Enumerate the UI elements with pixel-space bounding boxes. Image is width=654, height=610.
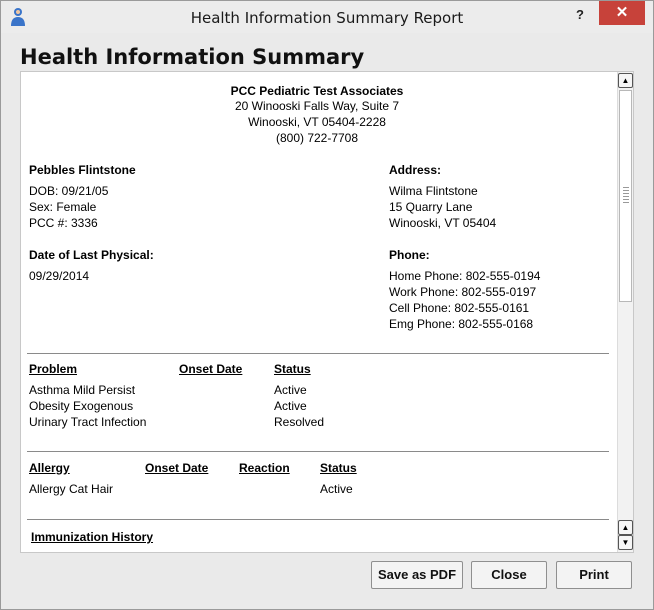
problem-row-1-status: Active <box>274 383 307 397</box>
immunization-header: Immunization History <box>31 530 154 544</box>
address-line-2: 15 Quarry Lane <box>389 200 473 214</box>
allergy-status-header: Status <box>320 461 357 475</box>
emergency-phone: Emg Phone: 802-555-0168 <box>389 317 534 331</box>
scroll-up-button-bottom[interactable]: ▲ <box>618 520 633 535</box>
problem-row-2-status: Active <box>274 399 307 413</box>
vertical-scrollbar[interactable]: ▲ ▲ ▼ <box>617 72 633 552</box>
practice-address-1: 20 Winooski Falls Way, Suite 7 <box>234 99 400 113</box>
scroll-down-button[interactable]: ▼ <box>618 535 633 550</box>
address-label: Address: <box>389 163 442 177</box>
report-window: Health Information Summary Report ? ✕ He… <box>0 0 654 610</box>
last-physical-date: 09/29/2014 <box>29 269 90 283</box>
window-title: Health Information Summary Report <box>190 9 464 27</box>
help-button[interactable]: ? <box>567 3 593 27</box>
print-button[interactable]: Print <box>556 561 632 589</box>
practice-phone: (800) 722-7708 <box>275 131 359 145</box>
problem-onset-header: Onset Date <box>179 362 243 376</box>
phone-label: Phone: <box>389 248 430 262</box>
patient-pcc-number: PCC #: 3336 <box>29 216 98 230</box>
problem-row-2-name: Obesity Exogenous <box>29 399 134 413</box>
problem-header: Problem <box>29 362 78 376</box>
grip-icon <box>623 187 629 203</box>
close-button[interactable]: Close <box>471 561 547 589</box>
allergy-header: Allergy <box>29 461 70 475</box>
title-bar[interactable]: Health Information Summary Report ? ✕ <box>1 1 653 33</box>
patient-dob: DOB: 09/21/05 <box>29 184 109 198</box>
home-phone: Home Phone: 802-555-0194 <box>389 269 541 283</box>
problem-row-3-name: Urinary Tract Infection <box>29 415 147 429</box>
save-as-pdf-button[interactable]: Save as PDF <box>371 561 463 589</box>
allergy-onset-header: Onset Date <box>145 461 209 475</box>
cell-phone: Cell Phone: 802-555-0161 <box>389 301 530 315</box>
scroll-thumb[interactable] <box>619 90 632 302</box>
last-physical-label: Date of Last Physical: <box>29 248 154 262</box>
report-panel: PCC Pediatric Test Associates 20 Winoosk… <box>20 71 634 553</box>
page-title: Health Information Summary <box>20 45 365 69</box>
report-content: PCC Pediatric Test Associates 20 Winoosk… <box>21 72 617 552</box>
divider <box>27 519 609 520</box>
problem-row-3-status: Resolved <box>274 415 325 429</box>
address-line-3: Winooski, VT 05404 <box>389 216 497 230</box>
allergy-row-1-name: Allergy Cat Hair <box>29 482 114 496</box>
divider <box>27 451 609 452</box>
patient-name: Pebbles Flintstone <box>29 163 136 177</box>
patient-sex: Sex: Female <box>29 200 97 214</box>
scroll-up-button[interactable]: ▲ <box>618 73 633 88</box>
practice-name: PCC Pediatric Test Associates <box>230 84 404 98</box>
allergy-row-1-status: Active <box>320 482 353 496</box>
problem-status-header: Status <box>274 362 311 376</box>
work-phone: Work Phone: 802-555-0197 <box>389 285 537 299</box>
window-close-button[interactable]: ✕ <box>599 1 645 25</box>
allergy-reaction-header: Reaction <box>239 461 290 475</box>
practice-address-2: Winooski, VT 05404-2228 <box>248 115 386 129</box>
address-line-1: Wilma Flintstone <box>389 184 478 198</box>
problem-row-1-name: Asthma Mild Persist <box>29 383 136 397</box>
divider <box>27 353 609 354</box>
